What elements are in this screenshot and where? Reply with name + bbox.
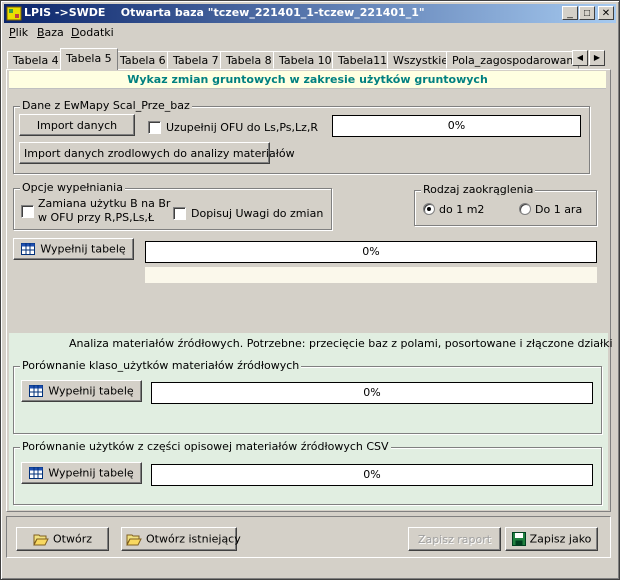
- tab-scroll-right-icon[interactable]: ▶: [589, 50, 605, 66]
- uzupelnij-checkbox[interactable]: [148, 121, 161, 134]
- tab-tabela-6[interactable]: Tabela 6: [114, 51, 172, 69]
- dopisuj-label: Dopisuj Uwagi do zmian: [191, 207, 324, 220]
- tab-tabela-5[interactable]: Tabela 5: [60, 48, 118, 70]
- zapisz-jako-label: Zapisz jako: [529, 532, 592, 546]
- table-icon: [29, 385, 44, 398]
- app-icon: [6, 6, 22, 21]
- minimize-button[interactable]: _: [562, 6, 578, 20]
- group-dane-title: Dane z EwMapy Scal_Prze_baz: [20, 99, 192, 112]
- tab-tabela-11[interactable]: Tabela11: [332, 51, 394, 69]
- tab-wszystkie[interactable]: Wszystkie: [387, 51, 455, 69]
- menu-plik[interactable]: Plik: [9, 26, 28, 39]
- save-icon: [511, 532, 526, 546]
- title-bar[interactable]: LPIS ->SWDE Otwarta baza "tczew_221401_1…: [4, 4, 616, 23]
- maximize-button[interactable]: □: [579, 6, 595, 20]
- tab-tabela-4[interactable]: Tabela 4: [7, 51, 65, 69]
- status-strip: [145, 267, 597, 283]
- tab-pola-zagospodarowan[interactable]: Pola_zagospodarowan: [446, 51, 580, 69]
- import-danych-button[interactable]: Import danych: [19, 114, 135, 136]
- radio-do-1-m2-label: do 1 m2: [439, 203, 485, 216]
- tab-tabela-7[interactable]: Tabela 7: [167, 51, 225, 69]
- klaso-progress: 0%: [151, 382, 593, 404]
- zamiana-checkbox[interactable]: [21, 205, 34, 218]
- analysis-caption: Analiza materiałów źródłowych. Potrzebne…: [69, 337, 613, 350]
- group-klaso-title: Porównanie klaso_użytków materiałów źród…: [20, 359, 302, 372]
- otworz-button[interactable]: Otwórz: [16, 527, 109, 551]
- zapisz-raport-button[interactable]: Zapisz raport: [408, 527, 501, 551]
- tab-tabela-10[interactable]: Tabela 10: [273, 51, 338, 69]
- klaso-wypelnij-label: Wypełnij tabelę: [48, 384, 134, 398]
- radio-do-1-ara[interactable]: [519, 203, 531, 215]
- wypelnij-tabele-label: Wypełnij tabelę: [40, 242, 126, 256]
- folder-open-icon: [33, 534, 49, 546]
- table-icon: [29, 467, 44, 480]
- radio-do-1-ara-label: Do 1 ara: [535, 203, 583, 216]
- analysis-panel: Analiza materiałów źródłowych. Potrzebne…: [9, 333, 613, 510]
- wypelnij-tabele-button[interactable]: Wypełnij tabelę: [13, 238, 134, 260]
- group-opcje-title: Opcje wypełniania: [20, 181, 125, 194]
- dopisuj-checkbox[interactable]: [173, 207, 186, 220]
- otworz-istniejacy-button[interactable]: Otwórz istniejący: [121, 527, 241, 551]
- csv-progress: 0%: [151, 464, 593, 486]
- otworz-istniejacy-label: Otwórz istniejący: [146, 532, 241, 546]
- tab-scroll-left-icon[interactable]: ◀: [572, 50, 588, 66]
- group-zaokraglenie-title: Rodzaj zaokrąglenia: [421, 183, 536, 196]
- import-zrodlowe-button[interactable]: Import danych zrodlowych do analizy mate…: [19, 142, 295, 164]
- tab-tabela-8[interactable]: Tabela 8: [220, 51, 278, 69]
- menu-baza[interactable]: Baza: [37, 26, 64, 39]
- uzupelnij-label: Uzupełnij OFU do Ls,Ps,Lz,R: [166, 121, 319, 134]
- csv-wypelnij-label: Wypełnij tabelę: [48, 466, 134, 480]
- table-icon: [21, 243, 36, 256]
- otworz-label: Otwórz: [53, 532, 92, 546]
- folder-open-icon: [126, 534, 142, 546]
- page-header: Wykaz zmian gruntowych w zakresie użytkó…: [9, 71, 606, 89]
- klaso-wypelnij-button[interactable]: Wypełnij tabelę: [21, 380, 142, 402]
- zamiana-label-line2: w OFU przy R,PS,Ls,Ł: [38, 211, 155, 224]
- close-button[interactable]: ✕: [598, 6, 614, 20]
- window-title: LPIS ->SWDE Otwarta baza "tczew_221401_1…: [24, 6, 425, 19]
- wypelnij-progress: 0%: [145, 241, 597, 263]
- zapisz-jako-button[interactable]: Zapisz jako: [505, 527, 598, 551]
- group-csv-title: Porównanie użytków z części opisowej mat…: [20, 440, 391, 453]
- zamiana-label-line1: Zamiana użytku B na Br: [38, 197, 171, 210]
- csv-wypelnij-button[interactable]: Wypełnij tabelę: [21, 462, 142, 484]
- radio-do-1-m2[interactable]: [423, 203, 435, 215]
- menu-dodatki[interactable]: Dodatki: [71, 26, 114, 39]
- menu-bar: Plik Baza Dodatki: [4, 25, 616, 42]
- import-progress: 0%: [332, 115, 581, 137]
- tab-page: Wykaz zmian gruntowych w zakresie użytkó…: [6, 69, 613, 512]
- app-window: LPIS ->SWDE Otwarta baza "tczew_221401_1…: [0, 0, 620, 580]
